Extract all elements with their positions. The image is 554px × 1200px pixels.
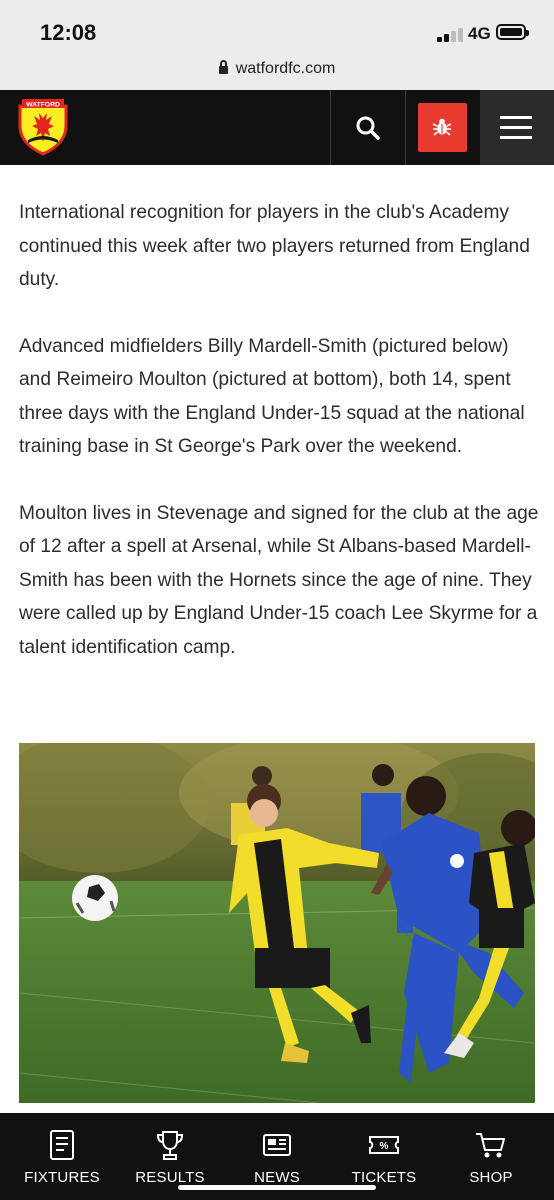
status-bar: 12:08 4G bbox=[0, 0, 554, 52]
network-type: 4G bbox=[468, 24, 491, 43]
hamburger-menu-icon bbox=[500, 116, 532, 119]
url-text: watfordfc.com bbox=[235, 60, 336, 77]
status-time: 12:08 bbox=[40, 20, 97, 45]
browser-url-bar[interactable]: watfordfc.com bbox=[0, 52, 554, 90]
fixtures-icon bbox=[50, 1130, 74, 1160]
nav-label-results: RESULTS bbox=[135, 1169, 205, 1186]
article-body: International recognition for players in… bbox=[19, 196, 539, 697]
watford-crest-icon: WATFORD bbox=[18, 99, 68, 156]
url-display[interactable]: watfordfc.com bbox=[0, 60, 554, 78]
trophy-icon bbox=[156, 1131, 184, 1160]
hamburger-menu-line bbox=[500, 136, 532, 139]
nav-item-shop[interactable]: SHOP bbox=[436, 1113, 546, 1200]
hamburger-menu-line bbox=[500, 126, 532, 129]
signal-icon bbox=[437, 26, 465, 42]
search-button[interactable] bbox=[331, 90, 405, 165]
bug-icon bbox=[432, 118, 452, 136]
nav-label-shop: SHOP bbox=[469, 1169, 513, 1186]
article-photo bbox=[19, 743, 535, 1103]
nav-label-tickets: TICKETS bbox=[351, 1169, 417, 1186]
bug-report-button[interactable] bbox=[418, 103, 467, 152]
club-logo[interactable]: WATFORD bbox=[18, 96, 68, 156]
nav-label-news: NEWS bbox=[254, 1169, 300, 1186]
football-match-photo bbox=[19, 743, 535, 1103]
svg-text:%: % bbox=[380, 1141, 389, 1152]
nav-label-fixtures: FIXTURES bbox=[24, 1169, 100, 1186]
svg-text:WATFORD: WATFORD bbox=[26, 102, 60, 109]
nav-item-fixtures[interactable]: FIXTURES bbox=[7, 1113, 117, 1200]
article-paragraph: International recognition for players in… bbox=[19, 202, 530, 290]
cart-icon bbox=[476, 1133, 505, 1158]
site-header: WATFORD bbox=[0, 90, 554, 165]
search-icon bbox=[356, 116, 380, 140]
header-divider bbox=[405, 90, 406, 165]
home-indicator[interactable] bbox=[178, 1185, 376, 1190]
article-paragraph: Advanced midfielders Billy Mardell-Smith… bbox=[19, 335, 525, 458]
newspaper-icon bbox=[263, 1134, 291, 1156]
ticket-icon: % bbox=[369, 1136, 399, 1154]
hamburger-menu-button[interactable] bbox=[480, 90, 554, 165]
article-paragraph: Moulton lives in Stevenage and signed fo… bbox=[19, 502, 539, 658]
battery-icon bbox=[496, 24, 529, 40]
lock-icon bbox=[218, 60, 228, 74]
